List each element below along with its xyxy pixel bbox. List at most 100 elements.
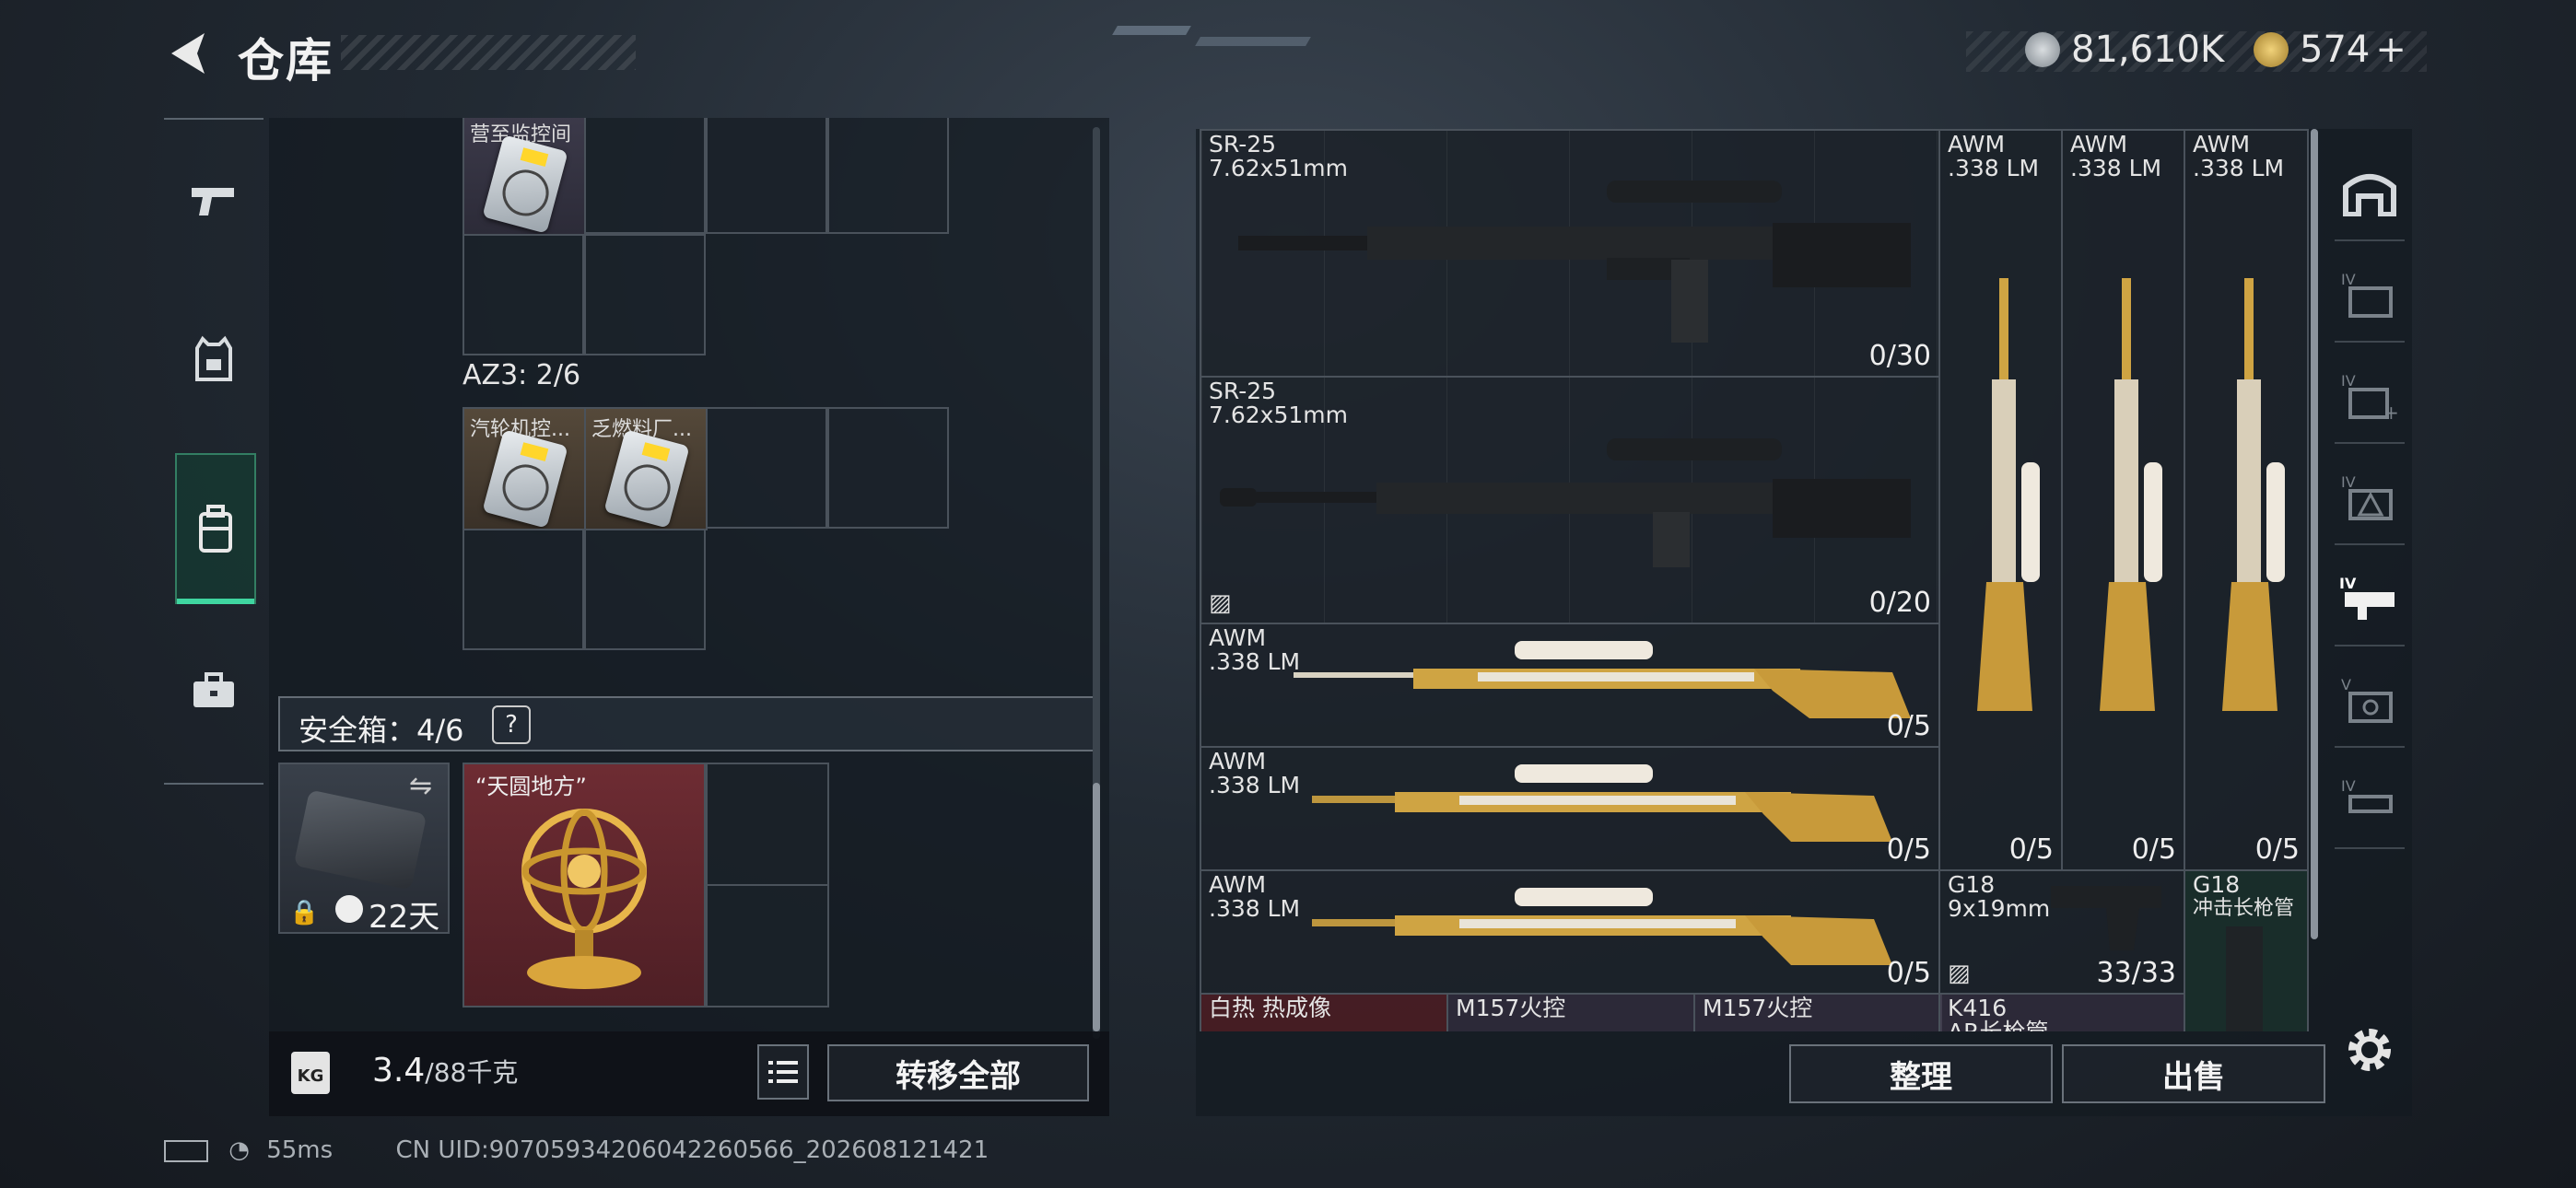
tab-stash-5[interactable]: V <box>2335 654 2405 748</box>
weight-current: 3.4 <box>372 1052 426 1089</box>
backpack-icon <box>199 505 232 553</box>
nav-armor[interactable] <box>164 285 263 433</box>
case-icon <box>293 789 427 891</box>
weapon-ammo: 9x19mm <box>1948 895 2051 922</box>
weapon-slot-awm-vertical[interactable]: AWM .338 LM 0/5 <box>2061 129 2185 871</box>
grid-cell[interactable] <box>706 763 829 886</box>
nav-backpack[interactable] <box>175 453 256 604</box>
attachment-slot[interactable]: 白热 热成像 <box>1200 993 1448 1031</box>
attachment-name: 白热 热成像 <box>1209 995 1331 1021</box>
inventory-panel: 营至监控间 AZ3: 2/6 汽轮机控... 乏燃料厂... 安全箱：4/6 ?… <box>269 118 1109 1116</box>
grid-cell[interactable] <box>584 118 706 234</box>
gold-sniper-rifle-icon <box>1294 641 1911 718</box>
item-slot[interactable]: 汽轮机控... <box>463 407 586 530</box>
attachment-desc: 冲击长枪管 <box>2193 897 2295 920</box>
gold-coin-icon <box>2254 32 2289 67</box>
ammo-count: 0/5 <box>1886 957 1931 989</box>
ammo-count: 0/20 <box>1868 587 1931 619</box>
weapon-slot-awm[interactable]: AWM .338 LM 0/5 <box>1200 746 1940 871</box>
weight-max: /88千克 <box>425 1057 519 1088</box>
status-bar: ◔ 55ms CN UID:907059342060422605​66_2026… <box>164 1136 989 1164</box>
weight-icon: KG <box>291 1052 330 1094</box>
back-arrow-icon[interactable] <box>164 28 210 79</box>
grid-cell[interactable] <box>827 118 949 234</box>
stash-grid: SR-25 7.62x51mm 0/30 SR-25 7.62x51mm ▨ 0… <box>1200 129 2309 1031</box>
weapon-name: AWM <box>1209 871 1267 898</box>
tab-stash-1[interactable]: IV <box>2335 249 2405 343</box>
item-slot[interactable]: 营至监控间 <box>463 118 586 236</box>
weapon-ammo: .338 LM <box>2193 155 2285 181</box>
stash-panel: SR-25 7.62x51mm 0/30 SR-25 7.62x51mm ▨ 0… <box>1196 129 2412 1116</box>
attachment-name: M157火控 <box>1456 995 1566 1021</box>
weapon-slot-awm[interactable]: AWM .338 LM 0/5 <box>1200 869 1940 995</box>
grid-cell[interactable] <box>706 884 829 1007</box>
grid-cell[interactable] <box>463 234 584 355</box>
weapon-slot-g18[interactable]: G18 9x19mm ▨ 33/33 <box>1938 869 2185 995</box>
attachment-desc: AR长枪管 <box>1948 1020 2048 1032</box>
az3-label: AZ3: 2/6 <box>463 359 581 391</box>
ammo-count: 0/5 <box>1886 833 1931 866</box>
weapon-slot-awm-vertical[interactable]: AWM .338 LM 0/5 <box>1938 129 2063 871</box>
tab-stash-2[interactable]: IV + <box>2335 350 2405 444</box>
grid-cell[interactable] <box>584 234 706 355</box>
list-view-button[interactable] <box>757 1044 809 1100</box>
help-icon[interactable]: ? <box>492 705 531 744</box>
weapon-slot-sr25[interactable]: SR-25 7.62x51mm 0/30 <box>1200 129 1940 378</box>
keycard-icon <box>482 429 568 529</box>
weapon-ammo: .338 LM <box>2070 155 2162 181</box>
scrollbar-thumb[interactable] <box>1093 783 1100 1031</box>
ammo-count: 0/5 <box>2254 833 2300 866</box>
folder-plus-icon: IV + <box>2341 372 2398 421</box>
silver-coin-icon <box>2025 32 2060 67</box>
scrollbar-thumb[interactable] <box>2311 129 2318 939</box>
sort-button[interactable]: 整理 <box>1789 1044 2053 1103</box>
folder-rifle-icon: IV <box>2341 777 2393 813</box>
weapon-name: SR-25 <box>1209 131 1277 157</box>
home-icon <box>2343 174 2396 216</box>
safe-case-slot[interactable]: ⇋ 🔒 22天 <box>278 763 450 936</box>
sell-button[interactable]: 出售 <box>2062 1044 2325 1103</box>
weapon-ammo: .338 LM <box>1209 772 1301 798</box>
tab-stash-6[interactable]: IV <box>2335 755 2405 849</box>
item-slot[interactable]: 乏燃料厂... <box>584 407 708 530</box>
attachment-slot[interactable]: M157火控 <box>1446 993 1695 1031</box>
settings-button[interactable] <box>2342 1022 2397 1081</box>
swap-icon[interactable]: ⇋ <box>409 770 432 802</box>
gold-currency[interactable]: 574 + <box>2254 29 2406 71</box>
grid-cell[interactable] <box>584 529 706 650</box>
tab-stash-weapons[interactable]: IV <box>2335 553 2405 646</box>
safe-item-slot[interactable]: “天圆地方” <box>463 763 706 1007</box>
no-magazine-icon: ▨ <box>1948 960 1971 987</box>
grid-cell[interactable] <box>706 118 827 234</box>
svg-text:IV: IV <box>2341 271 2356 288</box>
inventory-footer: KG 3.4/88千克 转移全部 <box>269 1031 1109 1116</box>
grid-cell[interactable] <box>706 407 827 529</box>
gold-sniper-rifle-icon <box>1312 764 1892 842</box>
weapon-slot-awm[interactable]: AWM .338 LM 0/5 <box>1200 623 1940 748</box>
attachment-slot[interactable]: K416 AR长枪管 <box>1938 993 2185 1031</box>
grid-cell[interactable] <box>463 529 584 650</box>
svg-text:V: V <box>2341 676 2351 693</box>
add-currency-icon[interactable]: + <box>2375 29 2406 71</box>
tab-all[interactable] <box>2335 147 2405 241</box>
weapon-ammo: .338 LM <box>1948 155 2040 181</box>
tab-stash-3[interactable]: IV <box>2335 451 2405 545</box>
gold-sniper-rifle-icon <box>2100 278 2162 711</box>
grid-cell[interactable] <box>827 407 949 529</box>
nav-case[interactable] <box>164 617 263 764</box>
attachment-slot[interactable]: M157火控 <box>1693 993 1942 1031</box>
ammo-count: 0/30 <box>1868 340 1931 372</box>
weapon-name: AWM <box>2070 131 2128 157</box>
nav-weapons[interactable] <box>164 127 263 274</box>
attachment-name: G18 <box>2193 871 2241 898</box>
folder-warning-icon: IV <box>2341 473 2393 520</box>
weapon-slot-awm-vertical[interactable]: AWM .338 LM 0/5 <box>2184 129 2309 871</box>
folder-gear-icon: V <box>2341 676 2393 723</box>
weapon-slot-sr25[interactable]: SR-25 7.62x51mm ▨ 0/20 <box>1200 376 1940 624</box>
keycard-icon <box>482 134 568 234</box>
svg-text:IV: IV <box>2341 473 2356 491</box>
header-decor <box>341 35 636 70</box>
attachment-name: K416 <box>1948 995 2008 1021</box>
attachment-slot-barrel[interactable]: G18 冲击长枪管 <box>2184 869 2309 1031</box>
transfer-all-button[interactable]: 转移全部 <box>827 1044 1089 1101</box>
